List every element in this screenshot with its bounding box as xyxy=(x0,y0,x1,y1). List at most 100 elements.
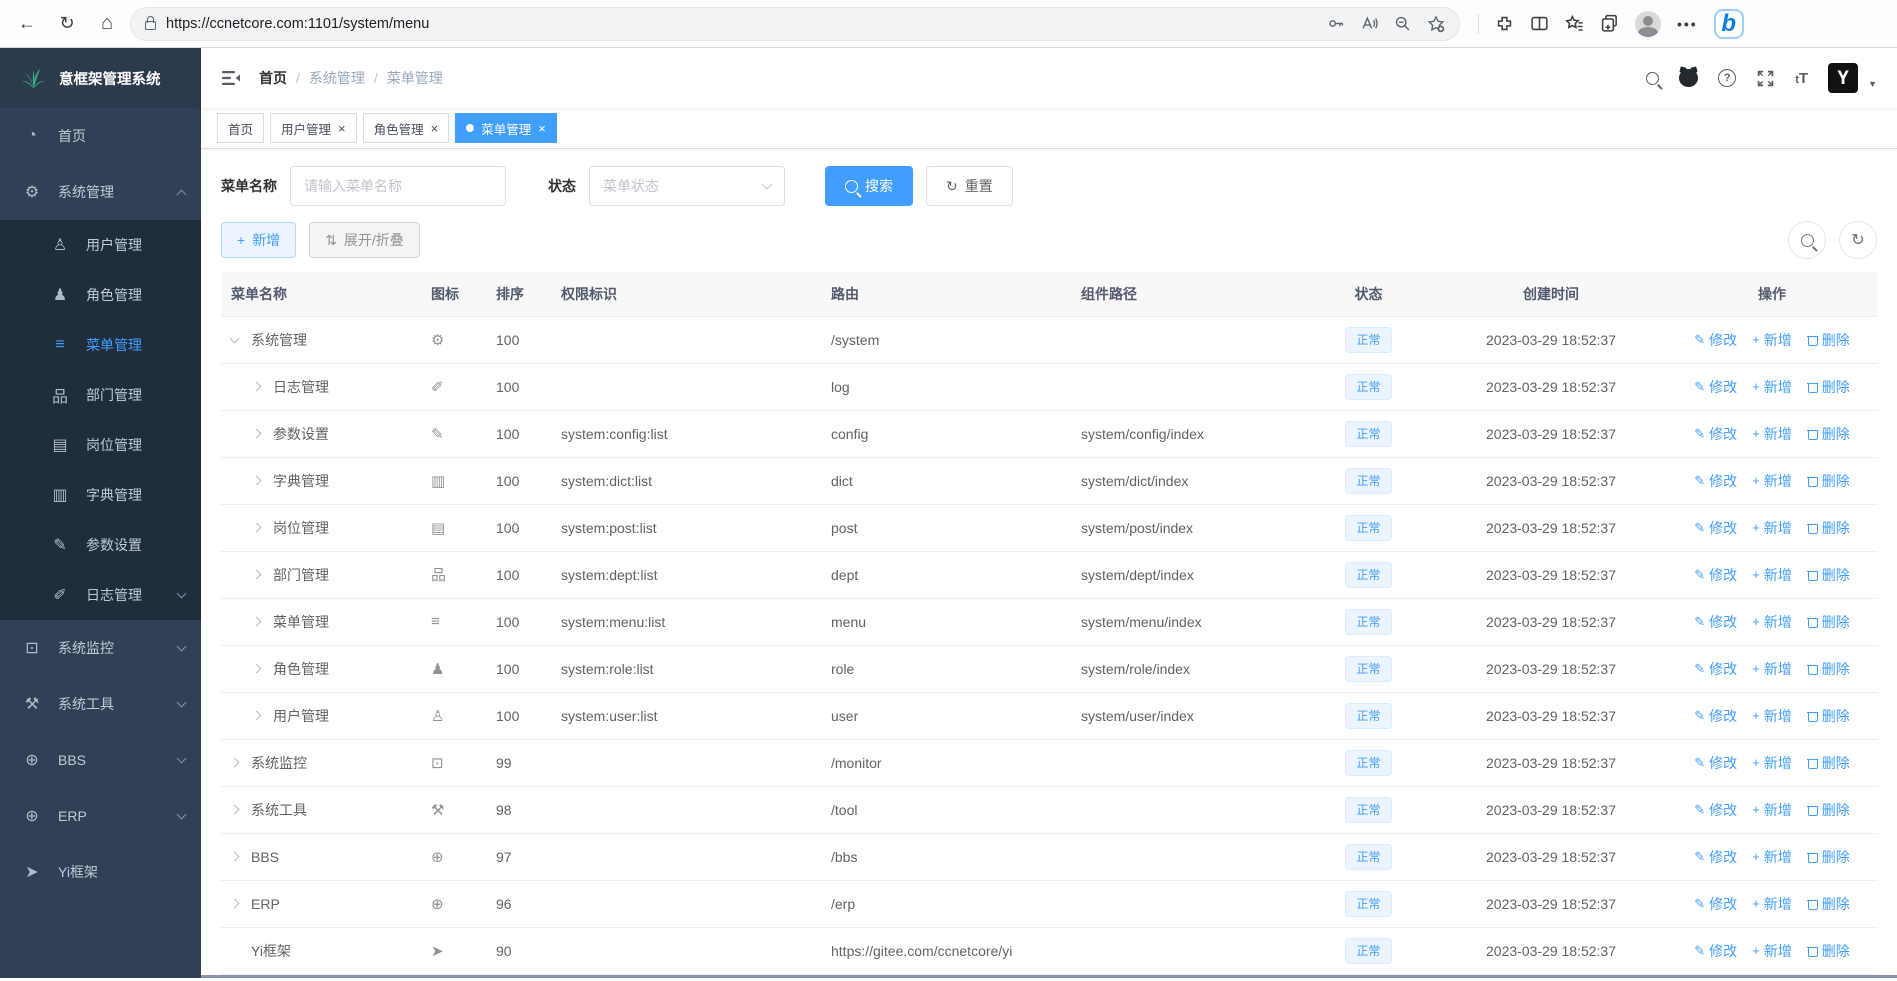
sidebar-item-系统监控[interactable]: ⊡ 系统监控 xyxy=(0,620,201,676)
zoom-out-icon[interactable] xyxy=(1394,15,1411,32)
table-row[interactable]: 系统工具 ⚒ 98 /tool 正常 2023-03-29 18:52:37 ✎… xyxy=(221,786,1878,834)
sidebar-item-部门管理[interactable]: 品 部门管理 xyxy=(0,370,201,420)
question-icon[interactable]: ? xyxy=(1718,69,1737,87)
sidebar-item-系统管理[interactable]: ⚙ 系统管理 xyxy=(0,164,201,220)
expand-caret-icon[interactable] xyxy=(229,804,240,815)
home-icon[interactable]: ⌂ xyxy=(90,7,124,41)
delete-link[interactable]: 删除 xyxy=(1806,518,1850,538)
edit-link[interactable]: ✎ 修改 xyxy=(1694,706,1737,726)
sidebar-item-首页[interactable]: ◔ 首页 xyxy=(0,108,201,164)
extensions-icon[interactable] xyxy=(1495,14,1514,33)
edit-link[interactable]: ✎ 修改 xyxy=(1694,659,1737,679)
bing-chat-icon[interactable]: b xyxy=(1713,8,1744,39)
add-link[interactable]: + 新增 xyxy=(1752,847,1792,867)
delete-link[interactable]: 删除 xyxy=(1806,941,1850,961)
view-tab-菜单管理[interactable]: 菜单管理 × xyxy=(455,113,557,143)
edit-link[interactable]: ✎ 修改 xyxy=(1694,424,1737,444)
collections-icon[interactable] xyxy=(1565,14,1584,33)
close-tab-icon[interactable]: × xyxy=(538,122,546,135)
app-logo[interactable]: 意框架管理系统 xyxy=(0,48,201,108)
table-row[interactable]: 系统管理 ⚙ 100 /system 正常 2023-03-29 18:52:3… xyxy=(221,316,1878,364)
reset-button[interactable]: ↻ 重置 xyxy=(926,166,1013,206)
edit-link[interactable]: ✎ 修改 xyxy=(1694,941,1737,961)
table-row[interactable]: ERP ⊕ 96 /erp 正常 2023-03-29 18:52:37 ✎ 修改… xyxy=(221,880,1878,928)
back-icon[interactable]: ← xyxy=(10,7,44,41)
add-link[interactable]: + 新增 xyxy=(1752,706,1792,726)
table-row[interactable]: 角色管理 ♟ 100 system:role:list role system/… xyxy=(221,645,1878,693)
edit-link[interactable]: ✎ 修改 xyxy=(1694,330,1737,350)
tab-groups-icon[interactable] xyxy=(1600,14,1619,33)
add-link[interactable]: + 新增 xyxy=(1752,471,1792,491)
delete-link[interactable]: 删除 xyxy=(1806,894,1850,914)
table-row[interactable]: 部门管理 品 100 system:dept:list dept system/… xyxy=(221,551,1878,599)
delete-link[interactable]: 删除 xyxy=(1806,471,1850,491)
add-link[interactable]: + 新增 xyxy=(1752,518,1792,538)
edit-link[interactable]: ✎ 修改 xyxy=(1694,377,1737,397)
add-link[interactable]: + 新增 xyxy=(1752,753,1792,773)
add-link[interactable]: + 新增 xyxy=(1752,612,1792,632)
caret-down-icon[interactable]: ▼ xyxy=(1868,79,1877,89)
read-aloud-icon[interactable] xyxy=(1361,15,1378,32)
sidebar-item-ERP[interactable]: ⊕ ERP xyxy=(0,788,201,844)
sidebar-item-用户管理[interactable]: ♙ 用户管理 xyxy=(0,220,201,270)
sidebar-item-系统工具[interactable]: ⚒ 系统工具 xyxy=(0,676,201,732)
sidebar-item-BBS[interactable]: ⊕ BBS xyxy=(0,732,201,788)
delete-link[interactable]: 删除 xyxy=(1806,800,1850,820)
search-circle-button[interactable] xyxy=(1788,221,1826,259)
add-link[interactable]: + 新增 xyxy=(1752,894,1792,914)
github-icon[interactable] xyxy=(1679,69,1699,87)
add-link[interactable]: + 新增 xyxy=(1752,377,1792,397)
expand-caret-icon[interactable] xyxy=(251,475,262,486)
table-row[interactable]: 字典管理 ▥ 100 system:dict:list dict system/… xyxy=(221,457,1878,505)
add-link[interactable]: + 新增 xyxy=(1752,330,1792,350)
close-tab-icon[interactable]: × xyxy=(338,122,346,135)
expand-caret-icon[interactable] xyxy=(251,663,262,674)
password-key-icon[interactable] xyxy=(1328,15,1345,32)
table-row[interactable]: 菜单管理 ≡ 100 system:menu:list menu system/… xyxy=(221,598,1878,646)
delete-link[interactable]: 删除 xyxy=(1806,377,1850,397)
delete-link[interactable]: 删除 xyxy=(1806,753,1850,773)
add-link[interactable]: + 新增 xyxy=(1752,424,1792,444)
edit-link[interactable]: ✎ 修改 xyxy=(1694,518,1737,538)
more-icon[interactable]: ••• xyxy=(1677,16,1698,32)
profile-avatar[interactable] xyxy=(1635,10,1661,37)
url-text[interactable]: https://ccnetcore.com:1101/system/menu xyxy=(166,16,1318,32)
text-size-icon[interactable]: tT xyxy=(1795,70,1808,87)
delete-link[interactable]: 删除 xyxy=(1806,424,1850,444)
sidebar-item-日志管理[interactable]: ✐ 日志管理 xyxy=(0,570,201,620)
expand-caret-icon[interactable] xyxy=(251,710,262,721)
split-screen-icon[interactable] xyxy=(1530,14,1549,33)
sidebar-item-字典管理[interactable]: ▥ 字典管理 xyxy=(0,470,201,520)
sidebar-item-参数设置[interactable]: ✎ 参数设置 xyxy=(0,520,201,570)
refresh-icon[interactable]: ↻ xyxy=(50,7,84,41)
expand-caret-icon[interactable] xyxy=(251,381,262,392)
search-icon[interactable] xyxy=(1646,71,1660,85)
status-select[interactable]: 菜单状态 xyxy=(589,166,785,206)
table-row[interactable]: 日志管理 ✐ 100 log 正常 2023-03-29 18:52:37 ✎ 修… xyxy=(221,363,1878,411)
edit-link[interactable]: ✎ 修改 xyxy=(1694,471,1737,491)
fullscreen-icon[interactable] xyxy=(1756,69,1775,88)
expand-caret-icon[interactable] xyxy=(251,569,262,580)
edit-link[interactable]: ✎ 修改 xyxy=(1694,800,1737,820)
close-tab-icon[interactable]: × xyxy=(431,122,439,135)
expand-caret-icon[interactable] xyxy=(251,428,262,439)
view-tab-用户管理[interactable]: 用户管理 × xyxy=(270,113,357,143)
address-bar[interactable]: https://ccnetcore.com:1101/system/menu xyxy=(130,6,1460,41)
delete-link[interactable]: 删除 xyxy=(1806,659,1850,679)
yi-logo-avatar[interactable]: Y xyxy=(1828,63,1859,93)
expand-caret-icon[interactable] xyxy=(251,522,262,533)
sidebar-item-菜单管理[interactable]: ≡ 菜单管理 xyxy=(0,320,201,370)
edit-link[interactable]: ✎ 修改 xyxy=(1694,847,1737,867)
refresh-circle-button[interactable]: ↻ xyxy=(1839,221,1877,259)
hamburger-collapse-icon[interactable] xyxy=(221,68,241,88)
sidebar-item-Yi框架[interactable]: ➤ Yi框架 xyxy=(0,844,201,900)
add-link[interactable]: + 新增 xyxy=(1752,565,1792,585)
add-link[interactable]: + 新增 xyxy=(1752,941,1792,961)
delete-link[interactable]: 删除 xyxy=(1806,706,1850,726)
table-row[interactable]: 系统监控 ⊡ 99 /monitor 正常 2023-03-29 18:52:3… xyxy=(221,739,1878,787)
expand-caret-icon[interactable] xyxy=(251,616,262,627)
add-link[interactable]: + 新增 xyxy=(1752,659,1792,679)
view-tab-首页[interactable]: 首页 xyxy=(217,113,265,143)
table-row[interactable]: BBS ⊕ 97 /bbs 正常 2023-03-29 18:52:37 ✎ 修改… xyxy=(221,833,1878,881)
sidebar-item-角色管理[interactable]: ♟ 角色管理 xyxy=(0,270,201,320)
